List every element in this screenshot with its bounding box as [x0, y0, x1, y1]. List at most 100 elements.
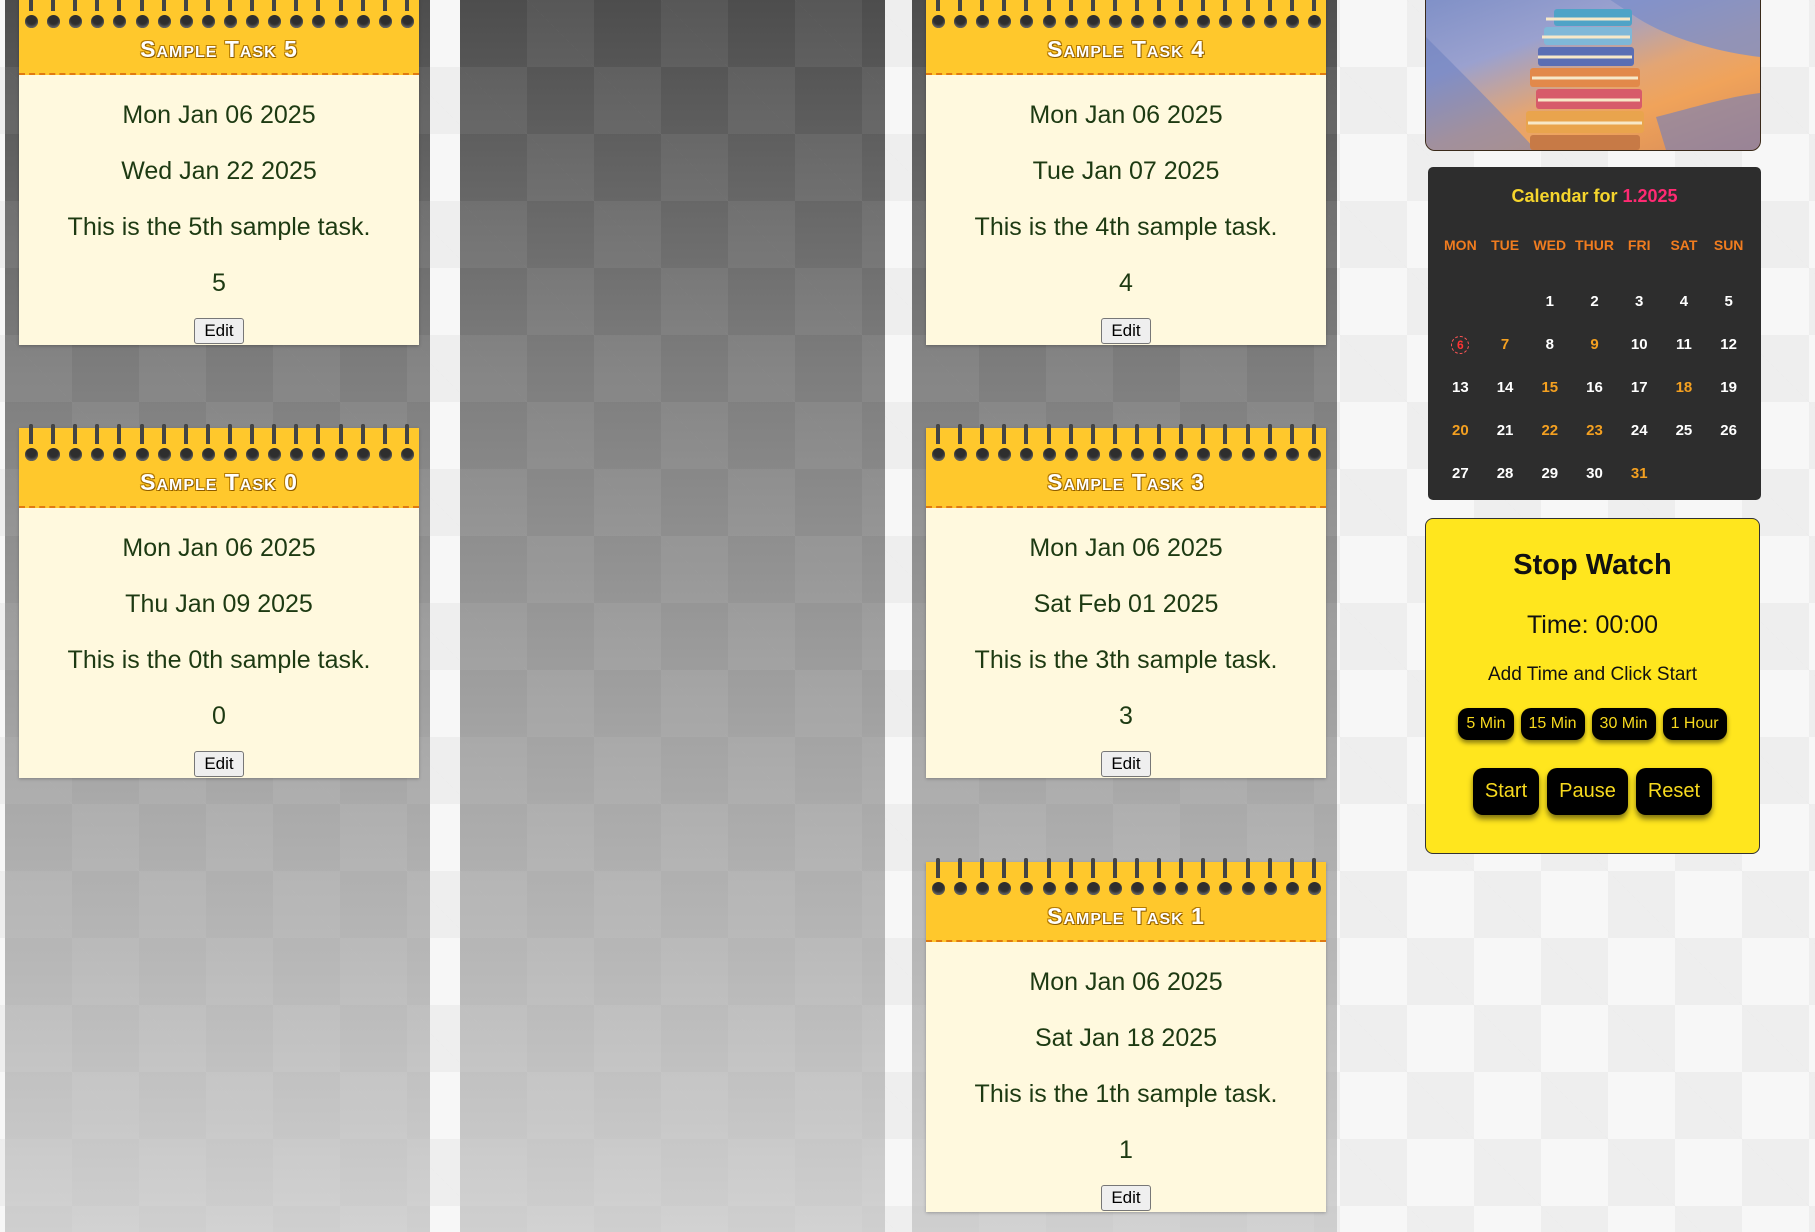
calendar-day[interactable]: 29	[1527, 452, 1572, 495]
spiral-wire-icon	[1046, 858, 1051, 878]
task-card: Sample Task 3 Mon Jan 06 2025 Sat Feb 01…	[926, 424, 1326, 778]
calendar-day[interactable]: 21	[1483, 409, 1528, 452]
spiral-ring-icon	[91, 424, 105, 464]
spiral-wire-icon	[1201, 858, 1206, 878]
stopwatch-hint: Add Time and Click Start	[1487, 664, 1698, 685]
spiral-wire-icon	[1311, 0, 1316, 11]
calendar-day[interactable]: 12	[1706, 323, 1751, 366]
spiral-hole-icon	[1175, 15, 1189, 28]
spiral-wire-icon	[1289, 424, 1294, 444]
calendar-day[interactable]: 22	[1527, 409, 1572, 452]
spiral-hole-icon	[1108, 15, 1122, 28]
spiral-ring-icon	[223, 0, 237, 31]
spiral-hole-icon	[1307, 882, 1321, 895]
calendar-day[interactable]: 30	[1572, 452, 1617, 495]
spiral-wire-icon	[250, 424, 255, 444]
calendar-day[interactable]: 9	[1572, 323, 1617, 366]
spiral-wire-icon	[227, 424, 232, 444]
spiral-wire-icon	[980, 424, 985, 444]
spiral-ring-icon	[1285, 424, 1299, 464]
edit-button[interactable]: Edit	[1101, 318, 1151, 344]
start-button[interactable]: Start	[1472, 768, 1540, 815]
spiral-hole-icon	[1130, 15, 1144, 28]
calendar-day[interactable]: 16	[1572, 366, 1617, 409]
calendar-day[interactable]: 31	[1617, 452, 1662, 495]
add-30-min-button[interactable]: 30 Min	[1591, 708, 1656, 740]
calendar-day[interactable]: 23	[1572, 409, 1617, 452]
edit-button[interactable]: Edit	[194, 751, 244, 777]
calendar-day[interactable]: 18	[1662, 366, 1707, 409]
calendar-day[interactable]: 13	[1438, 366, 1483, 409]
edit-button[interactable]: Edit	[1101, 1185, 1151, 1211]
spiral-wire-icon	[936, 858, 940, 878]
calendar-day[interactable]: 5	[1706, 280, 1751, 323]
spiral-wire-icon	[1179, 858, 1184, 878]
add-15-min-button[interactable]: 15 Min	[1520, 708, 1585, 740]
spiral-hole-icon	[1042, 15, 1056, 28]
calendar-weekday: WED	[1533, 237, 1567, 253]
calendar-day[interactable]: 14	[1483, 366, 1528, 409]
spiral-ring-icon	[1175, 858, 1189, 898]
stopwatch-widget: Stop Watch Time: 00:00 Add Time and Clic…	[1425, 518, 1760, 854]
calendar-day[interactable]: 8	[1527, 323, 1572, 366]
spiral-hole-icon	[179, 448, 193, 461]
spiral-ring-icon	[312, 424, 326, 464]
pause-button[interactable]: Pause	[1547, 768, 1628, 815]
calendar-day[interactable]: 11	[1662, 323, 1707, 366]
spiral-wire-icon	[958, 0, 963, 11]
calendar-day[interactable]: 1	[1527, 280, 1572, 323]
spiral-binding-icon	[932, 0, 1321, 31]
books-stack-icon	[1426, 0, 1760, 150]
calendar-empty-cell	[1483, 280, 1528, 323]
spiral-hole-icon	[1263, 882, 1277, 895]
spiral-ring-icon	[378, 424, 392, 464]
reset-button[interactable]: Reset	[1635, 768, 1713, 815]
task-card: Sample Task 4 Mon Jan 06 2025 Tue Jan 07…	[926, 0, 1326, 345]
edit-button[interactable]: Edit	[1101, 751, 1151, 777]
calendar-today-marker: 6	[1451, 336, 1470, 354]
calendar-day[interactable]: 19	[1706, 366, 1751, 409]
spiral-ring-icon	[47, 424, 61, 464]
task-start-date: Mon Jan 06 2025	[1029, 968, 1223, 996]
spiral-wire-icon	[338, 0, 343, 11]
spiral-hole-icon	[998, 882, 1012, 895]
calendar-day[interactable]: 6	[1438, 323, 1483, 366]
calendar-day[interactable]: 26	[1706, 409, 1751, 452]
spiral-wire-icon	[227, 0, 232, 11]
spiral-hole-icon	[954, 882, 968, 895]
spiral-wire-icon	[404, 424, 409, 444]
calendar-day[interactable]: 4	[1662, 280, 1707, 323]
calendar-day[interactable]: 25	[1662, 409, 1707, 452]
edit-button[interactable]: Edit	[194, 318, 244, 344]
calendar-day[interactable]: 10	[1617, 323, 1662, 366]
calendar-day[interactable]: 20	[1438, 409, 1483, 452]
spiral-ring-icon	[932, 858, 945, 898]
spiral-hole-icon	[932, 882, 945, 895]
spiral-hole-icon	[1153, 15, 1167, 28]
calendar-day[interactable]: 2	[1572, 280, 1617, 323]
calendar-day[interactable]: 15	[1527, 366, 1572, 409]
calendar-day[interactable]: 27	[1438, 452, 1483, 495]
spiral-wire-icon	[95, 424, 100, 444]
task-card: Sample Task 1 Mon Jan 06 2025 Sat Jan 18…	[926, 858, 1326, 1212]
task-description: This is the 4th sample task.	[974, 213, 1278, 241]
calendar-day[interactable]: 17	[1617, 366, 1662, 409]
spiral-hole-icon	[1175, 882, 1189, 895]
spiral-hole-icon	[1307, 15, 1321, 28]
spiral-wire-icon	[316, 0, 321, 11]
task-card-header: Sample Task 4	[926, 0, 1326, 75]
task-due-date: Wed Jan 22 2025	[121, 157, 317, 185]
calendar-day[interactable]: 3	[1617, 280, 1662, 323]
spiral-wire-icon	[73, 424, 78, 444]
add-5-min-button[interactable]: 5 Min	[1458, 708, 1514, 740]
calendar-day[interactable]: 7	[1483, 323, 1528, 366]
spiral-wire-icon	[183, 0, 188, 11]
spiral-wire-icon	[936, 424, 940, 444]
spiral-ring-icon	[135, 424, 149, 464]
calendar-day[interactable]: 24	[1617, 409, 1662, 452]
task-description: This is the 0th sample task.	[67, 646, 371, 674]
add-1-hour-button[interactable]: 1 Hour	[1662, 708, 1727, 740]
spiral-hole-icon	[954, 15, 968, 28]
spiral-ring-icon	[976, 858, 990, 898]
calendar-day[interactable]: 28	[1483, 452, 1528, 495]
